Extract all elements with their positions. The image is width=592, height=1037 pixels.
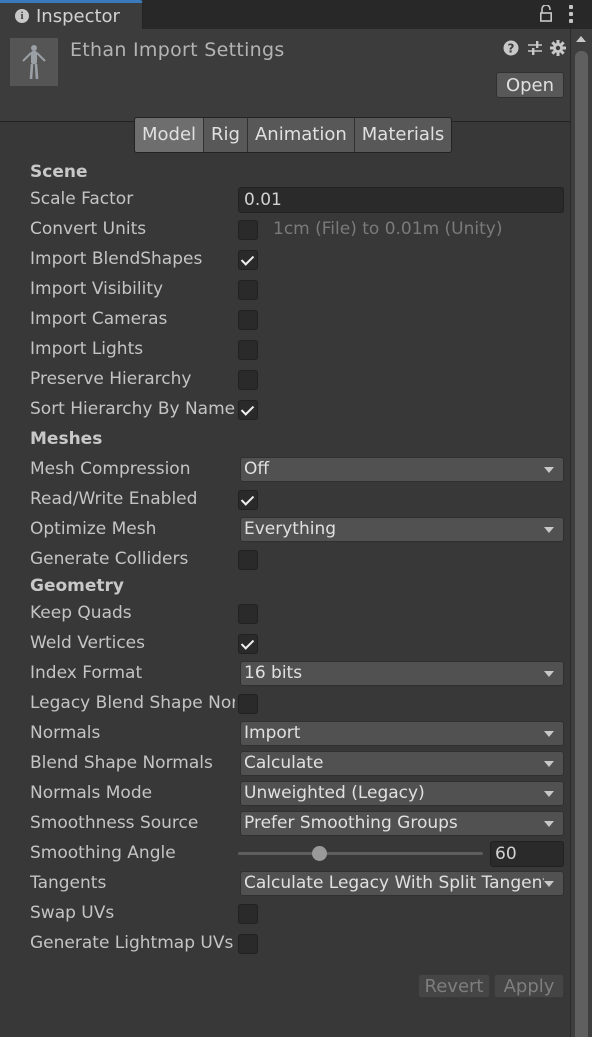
info-icon: i bbox=[15, 9, 29, 23]
optimize-mesh-label: Optimize Mesh bbox=[30, 519, 157, 539]
normals-label: Normals bbox=[30, 723, 101, 743]
weld-vertices-checkbox[interactable] bbox=[238, 634, 258, 654]
generate-lightmap-uvs-label: Generate Lightmap UVs bbox=[30, 933, 234, 953]
tangents-dropdown[interactable]: Calculate Legacy With Split Tangents bbox=[240, 871, 564, 896]
normals-dropdown[interactable]: Import bbox=[240, 721, 564, 746]
section-meshes: Meshes bbox=[30, 429, 103, 449]
dropdown-arrow-icon bbox=[544, 527, 554, 533]
convert-units-hint: 1cm (File) to 0.01m (Unity) bbox=[273, 219, 503, 239]
smoothing-angle-slider-thumb[interactable] bbox=[312, 846, 328, 861]
preserve-hierarchy-label: Preserve Hierarchy bbox=[30, 369, 192, 389]
keep-quads-label: Keep Quads bbox=[30, 603, 132, 623]
apply-button[interactable]: Apply bbox=[494, 974, 564, 998]
import-visibility-label: Import Visibility bbox=[30, 279, 164, 299]
dropdown-arrow-icon bbox=[544, 671, 554, 677]
smoothness-source-dropdown[interactable]: Prefer Smoothing Groups bbox=[240, 811, 564, 836]
generate-lightmap-uvs-checkbox[interactable] bbox=[238, 934, 258, 954]
kebab-menu-icon[interactable] bbox=[566, 5, 576, 23]
inspector-tab-label: Inspector bbox=[36, 6, 120, 27]
revert-button[interactable]: Revert bbox=[418, 974, 490, 998]
tab-materials[interactable]: Materials bbox=[354, 118, 452, 152]
index-format-dropdown[interactable]: 16 bits bbox=[240, 661, 564, 686]
dropdown-arrow-icon bbox=[544, 467, 554, 473]
blend-shape-normals-label: Blend Shape Normals bbox=[30, 753, 213, 773]
import-cameras-label: Import Cameras bbox=[30, 309, 168, 329]
tangents-label: Tangents bbox=[30, 873, 107, 893]
sort-hierarchy-checkbox[interactable] bbox=[238, 400, 258, 420]
tab-rig[interactable]: Rig bbox=[204, 118, 248, 152]
settings-gear-icon[interactable] bbox=[550, 40, 566, 56]
inspector-header: Ethan Import Settings ? Open bbox=[0, 29, 570, 122]
keep-quads-checkbox[interactable] bbox=[238, 604, 258, 624]
smoothing-angle-input[interactable]: 60 bbox=[490, 841, 564, 867]
inspector-tab[interactable]: i Inspector bbox=[0, 0, 143, 29]
dropdown-arrow-icon bbox=[544, 821, 554, 827]
legacy-blend-shape-normals-checkbox[interactable] bbox=[238, 694, 258, 714]
read-write-checkbox[interactable] bbox=[238, 490, 258, 510]
convert-units-label: Convert Units bbox=[30, 219, 147, 239]
import-blendshapes-checkbox[interactable] bbox=[238, 250, 258, 270]
generate-colliders-checkbox[interactable] bbox=[238, 550, 258, 570]
open-button[interactable]: Open bbox=[496, 72, 564, 98]
normals-mode-label: Normals Mode bbox=[30, 783, 153, 803]
scale-factor-label: Scale Factor bbox=[30, 189, 134, 209]
tab-model[interactable]: Model bbox=[135, 118, 205, 152]
sort-hierarchy-label: Sort Hierarchy By Name bbox=[30, 399, 235, 419]
import-visibility-checkbox[interactable] bbox=[238, 280, 258, 300]
mesh-compression-dropdown[interactable]: Off bbox=[240, 457, 564, 482]
index-format-label: Index Format bbox=[30, 663, 143, 683]
smoothing-angle-label: Smoothing Angle bbox=[30, 843, 176, 863]
preserve-hierarchy-checkbox[interactable] bbox=[238, 370, 258, 390]
scale-factor-input[interactable]: 0.01 bbox=[238, 187, 564, 213]
weld-vertices-label: Weld Vertices bbox=[30, 633, 145, 653]
blend-shape-normals-dropdown[interactable]: Calculate bbox=[240, 751, 564, 776]
presets-icon[interactable] bbox=[527, 40, 543, 56]
import-lights-checkbox[interactable] bbox=[238, 340, 258, 360]
scrollbar-thumb[interactable] bbox=[575, 51, 588, 1037]
humanoid-model-icon bbox=[22, 45, 46, 80]
dropdown-arrow-icon bbox=[544, 791, 554, 797]
import-cameras-checkbox[interactable] bbox=[238, 310, 258, 330]
dropdown-arrow-icon bbox=[544, 761, 554, 767]
model-thumbnail bbox=[10, 38, 58, 86]
section-scene: Scene bbox=[30, 162, 88, 182]
tab-animation[interactable]: Animation bbox=[247, 118, 355, 152]
section-geometry: Geometry bbox=[30, 576, 124, 596]
smoothness-source-label: Smoothness Source bbox=[30, 813, 199, 833]
asset-title: Ethan Import Settings bbox=[70, 39, 285, 61]
importer-tabs: Model Rig Animation Materials bbox=[134, 117, 453, 153]
swap-uvs-checkbox[interactable] bbox=[238, 904, 258, 924]
window-tab-bar: i Inspector bbox=[0, 0, 592, 29]
normals-mode-dropdown[interactable]: Unweighted (Legacy) bbox=[240, 781, 564, 806]
import-lights-label: Import Lights bbox=[30, 339, 144, 359]
legacy-blend-shape-normals-label: Legacy Blend Shape Normals bbox=[30, 693, 235, 713]
mesh-compression-label: Mesh Compression bbox=[30, 459, 191, 479]
import-blendshapes-label: Import BlendShapes bbox=[30, 249, 203, 269]
dropdown-arrow-icon bbox=[544, 881, 554, 887]
lock-icon[interactable] bbox=[540, 5, 552, 22]
generate-colliders-label: Generate Colliders bbox=[30, 549, 189, 569]
svg-text:?: ? bbox=[508, 42, 515, 56]
read-write-label: Read/Write Enabled bbox=[30, 489, 198, 509]
scroll-up-arrow-icon[interactable] bbox=[576, 36, 586, 42]
convert-units-checkbox[interactable] bbox=[238, 220, 258, 240]
optimize-mesh-dropdown[interactable]: Everything bbox=[240, 517, 564, 542]
smoothing-angle-slider-track[interactable] bbox=[238, 852, 483, 855]
help-icon[interactable]: ? bbox=[503, 40, 519, 56]
dropdown-arrow-icon bbox=[544, 731, 554, 737]
swap-uvs-label: Swap UVs bbox=[30, 903, 115, 923]
